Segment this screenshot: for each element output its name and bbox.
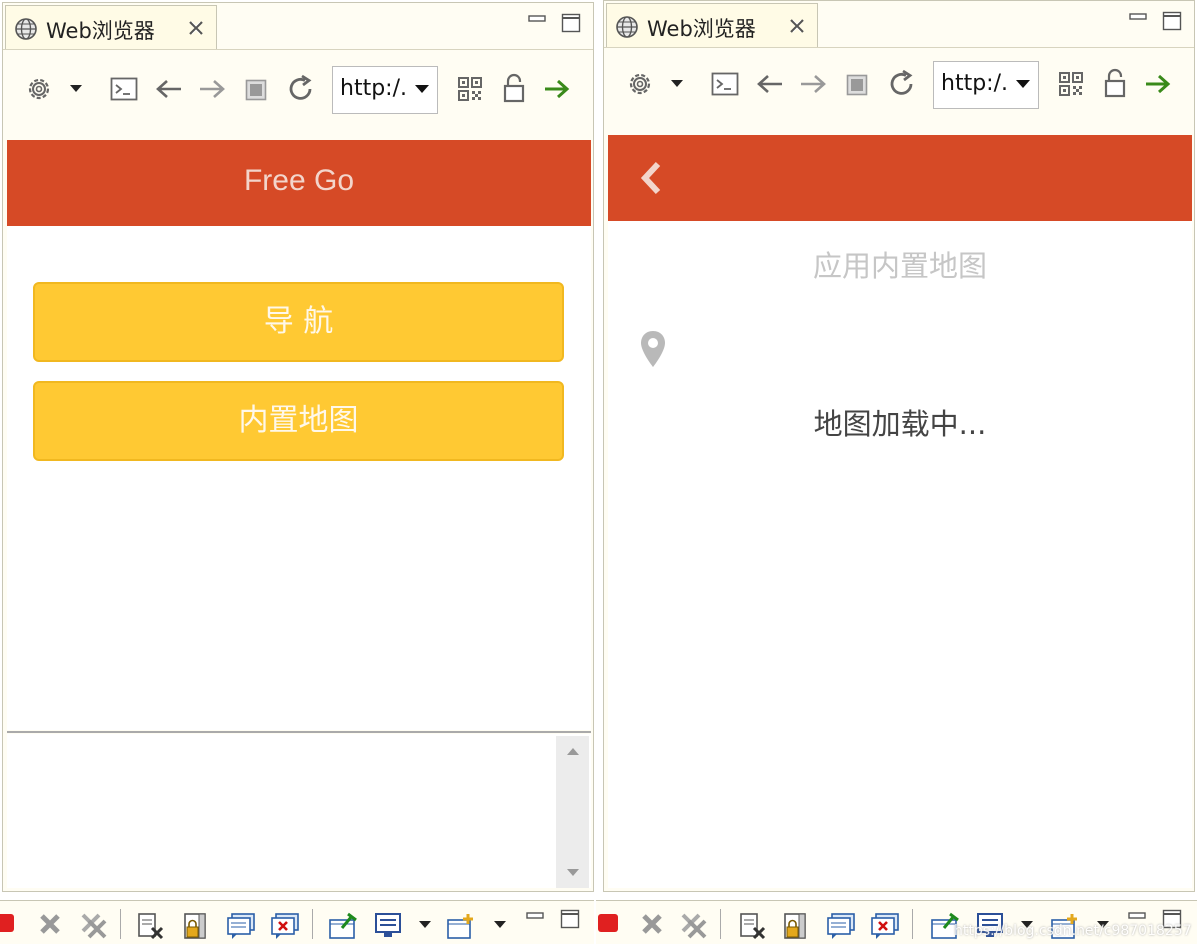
watermark: https://blog.csdn.net/c987018257 — [954, 923, 1192, 939]
maximize-icon[interactable] — [561, 13, 581, 33]
show-on-error-icon[interactable] — [270, 912, 300, 940]
terminate-icon[interactable] — [596, 912, 620, 934]
terminate-icon[interactable] — [0, 912, 16, 934]
show-on-output-icon[interactable] — [226, 912, 256, 940]
vertical-scrollbar[interactable] — [556, 736, 589, 888]
maximize-icon[interactable] — [560, 909, 580, 929]
console-icon[interactable] — [711, 72, 739, 96]
show-on-output-icon[interactable] — [826, 912, 856, 940]
console-divider — [7, 731, 591, 733]
chevron-left-icon[interactable] — [638, 161, 664, 195]
left-bottom-toolbar — [0, 900, 594, 944]
dropdown-icon[interactable] — [418, 920, 432, 930]
settings-icon[interactable] — [25, 75, 53, 103]
console-area — [7, 734, 591, 888]
dropdown-icon — [415, 85, 429, 93]
open-console-icon[interactable] — [446, 912, 476, 940]
remove-icon[interactable] — [38, 912, 62, 936]
minimize-icon[interactable] — [526, 910, 544, 924]
left-web-content: Free Go 导 航 内置地图 — [7, 140, 591, 730]
navigate-button[interactable]: 导 航 — [33, 282, 564, 362]
url-dropdown[interactable]: http:/. — [332, 66, 438, 114]
go-arrow-icon[interactable] — [1144, 73, 1172, 95]
refresh-icon[interactable] — [887, 69, 917, 99]
go-arrow-icon[interactable] — [543, 78, 571, 100]
display-console-icon[interactable] — [374, 912, 402, 940]
page-subtitle: 应用内置地图 — [812, 249, 987, 283]
left-browser-pane: Web浏览器 http:/. Free Go 导 航 内置地图 — [2, 2, 594, 892]
scroll-lock-icon[interactable] — [182, 912, 210, 940]
maximize-icon[interactable] — [1162, 11, 1182, 31]
back-arrow-icon[interactable] — [155, 78, 183, 100]
qr-code-icon[interactable] — [1059, 72, 1083, 96]
app-title: Free Go — [243, 164, 355, 197]
forward-arrow-icon[interactable] — [799, 73, 827, 95]
map-loading-text: 地图加载中... — [813, 407, 987, 441]
qr-code-icon[interactable] — [458, 77, 482, 101]
app-header-bar — [608, 135, 1192, 221]
toolbar-separator — [720, 909, 721, 939]
right-web-content: 应用内置地图 地图加载中... — [608, 135, 1192, 888]
remove-icon[interactable] — [640, 912, 664, 936]
scroll-lock-icon[interactable] — [782, 912, 810, 940]
globe-icon — [616, 16, 638, 38]
toolbar-separator — [312, 909, 313, 939]
unlock-icon[interactable] — [1103, 68, 1127, 98]
url-value: http:/. — [340, 76, 407, 101]
forward-arrow-icon[interactable] — [198, 78, 226, 100]
dropdown-icon[interactable] — [69, 84, 83, 94]
stop-icon[interactable] — [245, 79, 267, 101]
globe-icon — [15, 18, 37, 40]
clear-console-icon[interactable] — [136, 912, 164, 940]
app-header-bar: Free Go — [7, 140, 591, 226]
right-bottom-toolbar: https://blog.csdn.net/c987018257 — [596, 900, 1197, 944]
minimize-icon[interactable] — [528, 13, 546, 27]
left-browser-tab[interactable]: Web浏览器 — [5, 5, 217, 49]
map-pin-icon[interactable] — [638, 329, 668, 369]
minimize-icon[interactable] — [1129, 11, 1147, 25]
console-icon[interactable] — [110, 77, 138, 101]
dropdown-icon[interactable] — [670, 79, 684, 89]
left-tab-title: Web浏览器 — [46, 19, 155, 43]
show-on-error-icon[interactable] — [870, 912, 900, 940]
minimize-icon[interactable] — [1128, 910, 1146, 924]
scroll-up-icon[interactable] — [566, 746, 580, 756]
remove-all-icon[interactable] — [80, 912, 108, 940]
toolbar-separator — [120, 909, 121, 939]
right-browser-tab[interactable]: Web浏览器 — [606, 3, 818, 47]
right-browser-pane: Web浏览器 http:/. 应用内置地图 地图加载中... — [603, 0, 1195, 892]
clear-console-icon[interactable] — [738, 912, 766, 940]
unlock-icon[interactable] — [502, 73, 526, 103]
url-dropdown[interactable]: http:/. — [933, 61, 1039, 109]
built-in-map-button[interactable]: 内置地图 — [33, 381, 564, 461]
back-arrow-icon[interactable] — [756, 73, 784, 95]
close-tab-icon[interactable] — [186, 18, 206, 38]
dropdown-icon[interactable] — [493, 920, 507, 930]
scroll-down-icon[interactable] — [566, 868, 580, 878]
toolbar-separator — [912, 909, 913, 939]
stop-icon[interactable] — [846, 74, 868, 96]
pin-console-icon[interactable] — [328, 912, 358, 940]
right-tab-title: Web浏览器 — [647, 17, 756, 41]
left-browser-toolbar: http:/. — [3, 50, 593, 136]
dropdown-icon — [1016, 80, 1030, 88]
remove-all-icon[interactable] — [680, 912, 708, 940]
left-tab-bar: Web浏览器 — [3, 3, 593, 49]
right-tab-bar: Web浏览器 — [604, 1, 1194, 47]
refresh-icon[interactable] — [286, 74, 316, 104]
right-browser-toolbar: http:/. — [604, 48, 1194, 134]
url-value: http:/. — [941, 71, 1008, 96]
settings-icon[interactable] — [626, 70, 654, 98]
close-tab-icon[interactable] — [787, 16, 807, 36]
